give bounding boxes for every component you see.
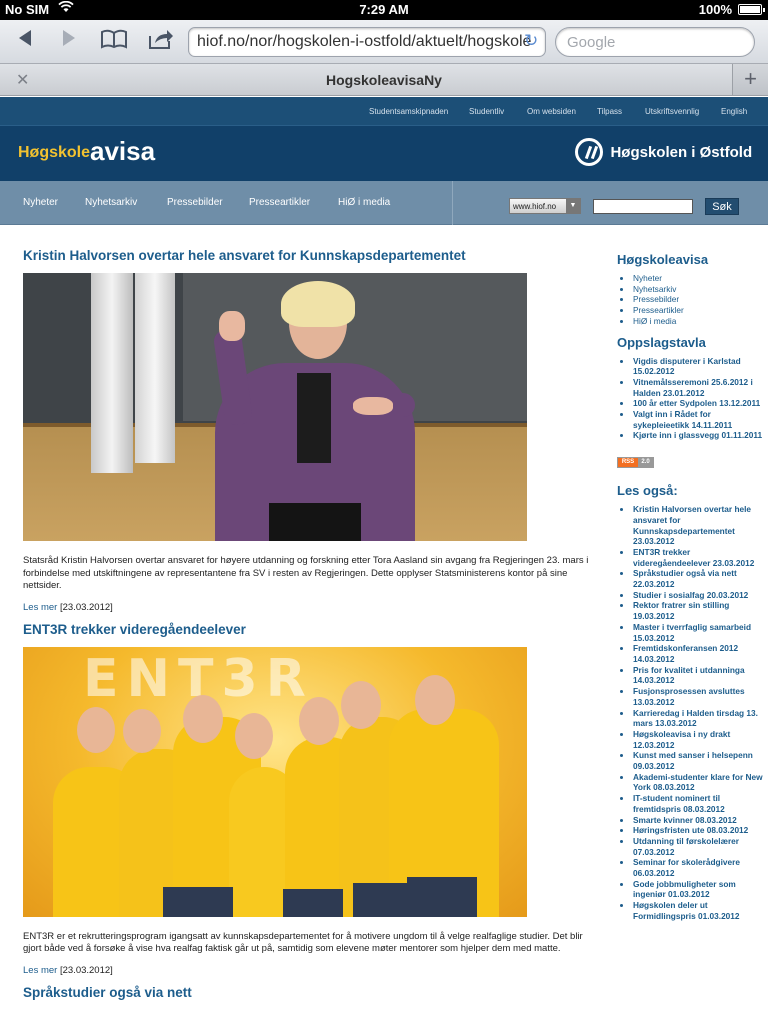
tab-bar: ✕ HogskoleavisaNy + xyxy=(0,64,768,96)
hiof-logo[interactable]: Høgskolen i Østfold xyxy=(575,138,752,166)
site-search-input[interactable] xyxy=(593,199,693,214)
article-meta: Les mer [23.03.2012] xyxy=(23,965,593,976)
nav-english[interactable]: English xyxy=(721,107,747,116)
hiof-emblem-icon xyxy=(575,138,603,166)
back-icon[interactable] xyxy=(10,28,40,54)
nav-nyhetsarkiv[interactable]: Nyhetsarkiv xyxy=(85,197,137,208)
board-item[interactable]: Vigdis disputerer i Karlstad 15.02.2012 xyxy=(620,356,767,377)
nav-nyheter[interactable]: Nyheter xyxy=(23,197,58,208)
rss-feed-icon[interactable]: RSS 2.0 xyxy=(617,457,654,469)
nav-studentsamskipnaden[interactable]: Studentsamskipnaden xyxy=(369,107,448,116)
browser-toolbar: hiof.no/nor/hogskolen-i-ostfold/aktuelt/… xyxy=(0,20,768,64)
share-icon[interactable] xyxy=(146,28,176,54)
sidebar-link[interactable]: Presseartikler xyxy=(620,305,767,316)
also-item[interactable]: Høgskoleavisa i ny drakt 12.03.2012 xyxy=(620,729,767,750)
bookmarks-icon[interactable] xyxy=(99,28,129,54)
tab-title[interactable]: HogskoleavisaNy xyxy=(0,72,768,88)
also-item[interactable]: Master i tverrfaglig samarbeid 15.03.201… xyxy=(620,622,767,643)
board-item[interactable]: Valgt inn i Rådet for sykepleieetikk 14.… xyxy=(620,409,767,430)
nav-divider xyxy=(452,181,453,225)
search-button[interactable]: Søk xyxy=(705,198,739,215)
sidebar-link[interactable]: Pressebilder xyxy=(620,294,767,305)
article-summary: ENT3R er et rekrutteringsprogram igangsa… xyxy=(23,930,583,955)
also-item[interactable]: Karrieredag i Halden tirsdag 13. mars 13… xyxy=(620,708,767,729)
article-title[interactable]: Språkstudier også via nett xyxy=(23,985,593,1000)
url-field[interactable]: hiof.no/nor/hogskolen-i-ostfold/aktuelt/… xyxy=(188,27,546,57)
board-list: Vigdis disputerer i Karlstad 15.02.2012 … xyxy=(620,356,767,442)
forward-icon[interactable] xyxy=(54,28,84,54)
sidebar-link[interactable]: HiØ i media xyxy=(620,316,767,327)
utility-nav: Studentsamskipnaden Studentliv Om websid… xyxy=(0,97,768,125)
also-list: Kristin Halvorsen overtar hele ansvaret … xyxy=(620,504,767,921)
clock: 7:29 AM xyxy=(359,2,409,17)
also-item[interactable]: Fremtidskonferansen 2012 14.03.2012 xyxy=(620,643,767,664)
article-meta: Les mer [23.03.2012] xyxy=(23,602,593,613)
article-title[interactable]: Kristin Halvorsen overtar hele ansvaret … xyxy=(23,248,593,263)
also-item[interactable]: Utdanning til førskolelærer 07.03.2012 xyxy=(620,836,767,857)
nav-pressebilder[interactable]: Pressebilder xyxy=(167,197,223,208)
site-select[interactable]: www.hiof.no ▼ xyxy=(509,198,581,214)
also-item[interactable]: Fusjonsprosessen avsluttes 13.03.2012 xyxy=(620,686,767,707)
also-item[interactable]: Rektor fratrer sin stilling 19.03.2012 xyxy=(620,600,767,621)
sidebar-heading-les-ogsa: Les også: xyxy=(617,483,678,499)
article-photo-halvorsen[interactable] xyxy=(23,273,527,541)
sidebar-links: Nyheter Nyhetsarkiv Pressebilder Pressea… xyxy=(620,273,767,327)
nav-hio-i-media[interactable]: HiØ i media xyxy=(338,197,390,208)
board-item[interactable]: Kjørte inn i glassvegg 01.11.2011 xyxy=(620,430,767,441)
nav-tilpass[interactable]: Tilpass xyxy=(597,107,622,116)
sidebar-link[interactable]: Nyhetsarkiv xyxy=(620,284,767,295)
sidebar-heading-hogskoleavisa: Høgskoleavisa xyxy=(617,252,709,267)
masthead: Høgskoleavisa Høgskolen i Østfold xyxy=(0,125,768,181)
article-title[interactable]: ENT3R trekker videregåendeelever xyxy=(23,622,593,637)
article-date: [23.03.2012] xyxy=(59,601,113,613)
sidebar-heading-oppslagstavla: Oppslagstavla xyxy=(617,334,706,350)
nav-utskriftsvennlig[interactable]: Utskriftsvennlig xyxy=(645,107,699,116)
sidebar-link[interactable]: Nyheter xyxy=(620,273,767,284)
nav-studentliv[interactable]: Studentliv xyxy=(469,107,504,116)
board-item[interactable]: 100 år etter Sydpolen 13.12.2011 xyxy=(620,398,767,409)
battery-percent: 100% xyxy=(698,2,732,17)
also-item[interactable]: Seminar for skolerådgivere 06.03.2012 xyxy=(620,857,767,878)
nav-presseartikler[interactable]: Presseartikler xyxy=(249,197,310,208)
board-item[interactable]: Vitnemålsseremoni 25.6.2012 i Halden 23.… xyxy=(620,377,767,398)
article-date: [23.03.2012] xyxy=(59,964,113,976)
also-item[interactable]: IT-student nominert til fremtidspris 08.… xyxy=(620,793,767,814)
reload-icon[interactable]: ↻ xyxy=(524,31,538,51)
battery-icon xyxy=(738,4,765,15)
also-item[interactable]: Høringsfristen ute 08.03.2012 xyxy=(620,825,767,836)
read-more-link[interactable]: Les mer xyxy=(23,965,57,976)
also-item[interactable]: Høgskolen deler ut Formidlingspris 01.03… xyxy=(620,900,767,921)
also-item[interactable]: Studier i sosialfag 20.03.2012 xyxy=(620,590,767,601)
nav-om-websiden[interactable]: Om websiden xyxy=(527,107,576,116)
article-photo-ent3r[interactable]: ENT3R xyxy=(23,646,527,917)
article-summary: Statsråd Kristin Halvorsen overtar ansva… xyxy=(23,555,589,591)
also-item[interactable]: Smarte kvinner 08.03.2012 xyxy=(620,815,767,826)
sidebar: Høgskoleavisa Nyheter Nyhetsarkiv Presse… xyxy=(617,252,767,930)
also-item[interactable]: Akademi-studenter klare for New York 08.… xyxy=(620,772,767,793)
also-item[interactable]: Pris for kvalitet i utdanninga 14.03.201… xyxy=(620,665,767,686)
read-more-link[interactable]: Les mer xyxy=(23,602,57,613)
also-item[interactable]: Kristin Halvorsen overtar hele ansvaret … xyxy=(620,504,767,547)
new-tab-icon[interactable]: + xyxy=(732,64,768,95)
main-content: Kristin Halvorsen overtar hele ansvaret … xyxy=(23,248,593,1010)
ios-status-bar: No SIM 7:29 AM 100% xyxy=(0,0,768,20)
also-item[interactable]: Språkstudier også via nett 22.03.2012 xyxy=(620,568,767,589)
also-item[interactable]: Kunst med sanser i helsepenn 09.03.2012 xyxy=(620,750,767,771)
chevron-down-icon: ▼ xyxy=(566,199,580,213)
hogskoleavisa-logo[interactable]: Høgskoleavisa xyxy=(18,136,155,167)
also-item[interactable]: ENT3R trekker videregåendeelever 23.03.2… xyxy=(620,547,767,568)
also-item[interactable]: Gode jobbmuligheter som ingeniør 01.03.2… xyxy=(620,879,767,900)
search-field[interactable]: Google xyxy=(555,27,755,57)
